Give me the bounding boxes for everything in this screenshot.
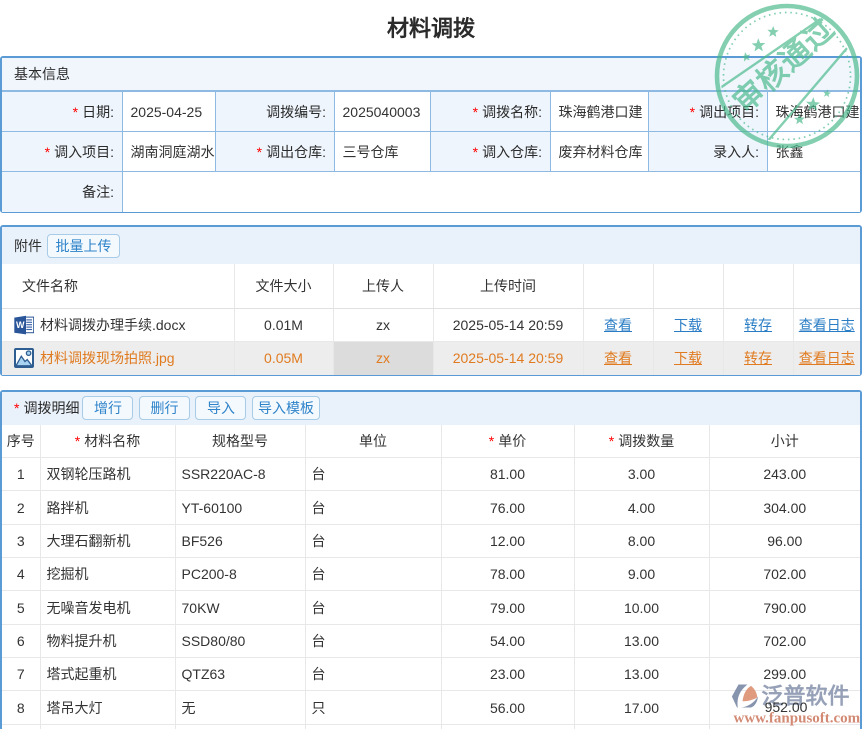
svg-text:W: W [16, 319, 25, 329]
